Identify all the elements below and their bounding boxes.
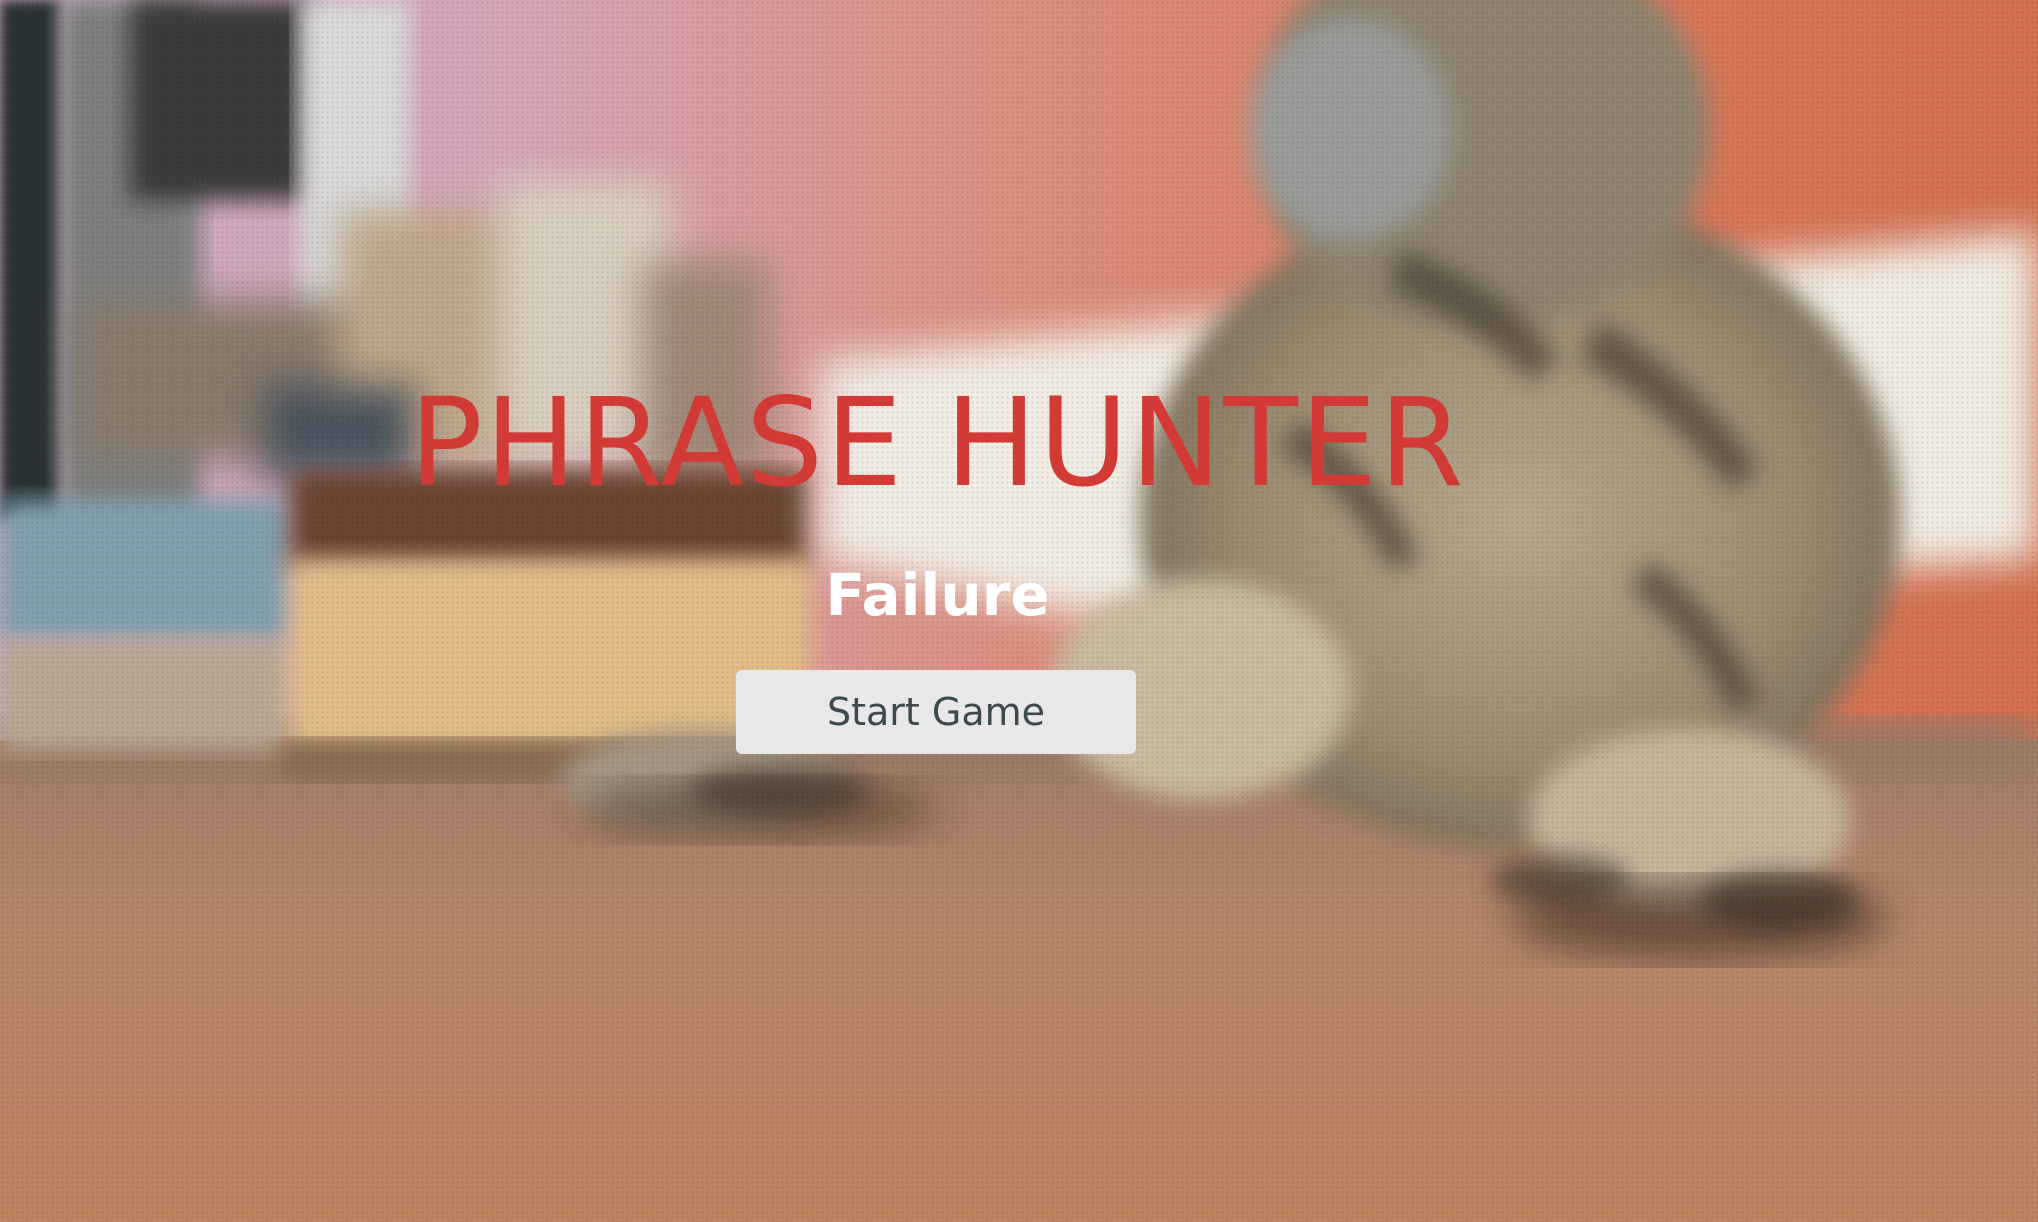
game-title: PHRASE HUNTER [409, 372, 1466, 514]
start-game-button[interactable]: Start Game [736, 670, 1136, 754]
start-overlay: PHRASE HUNTER Failure Start Game [0, 0, 2038, 1222]
game-over-message: Failure [825, 561, 1050, 629]
